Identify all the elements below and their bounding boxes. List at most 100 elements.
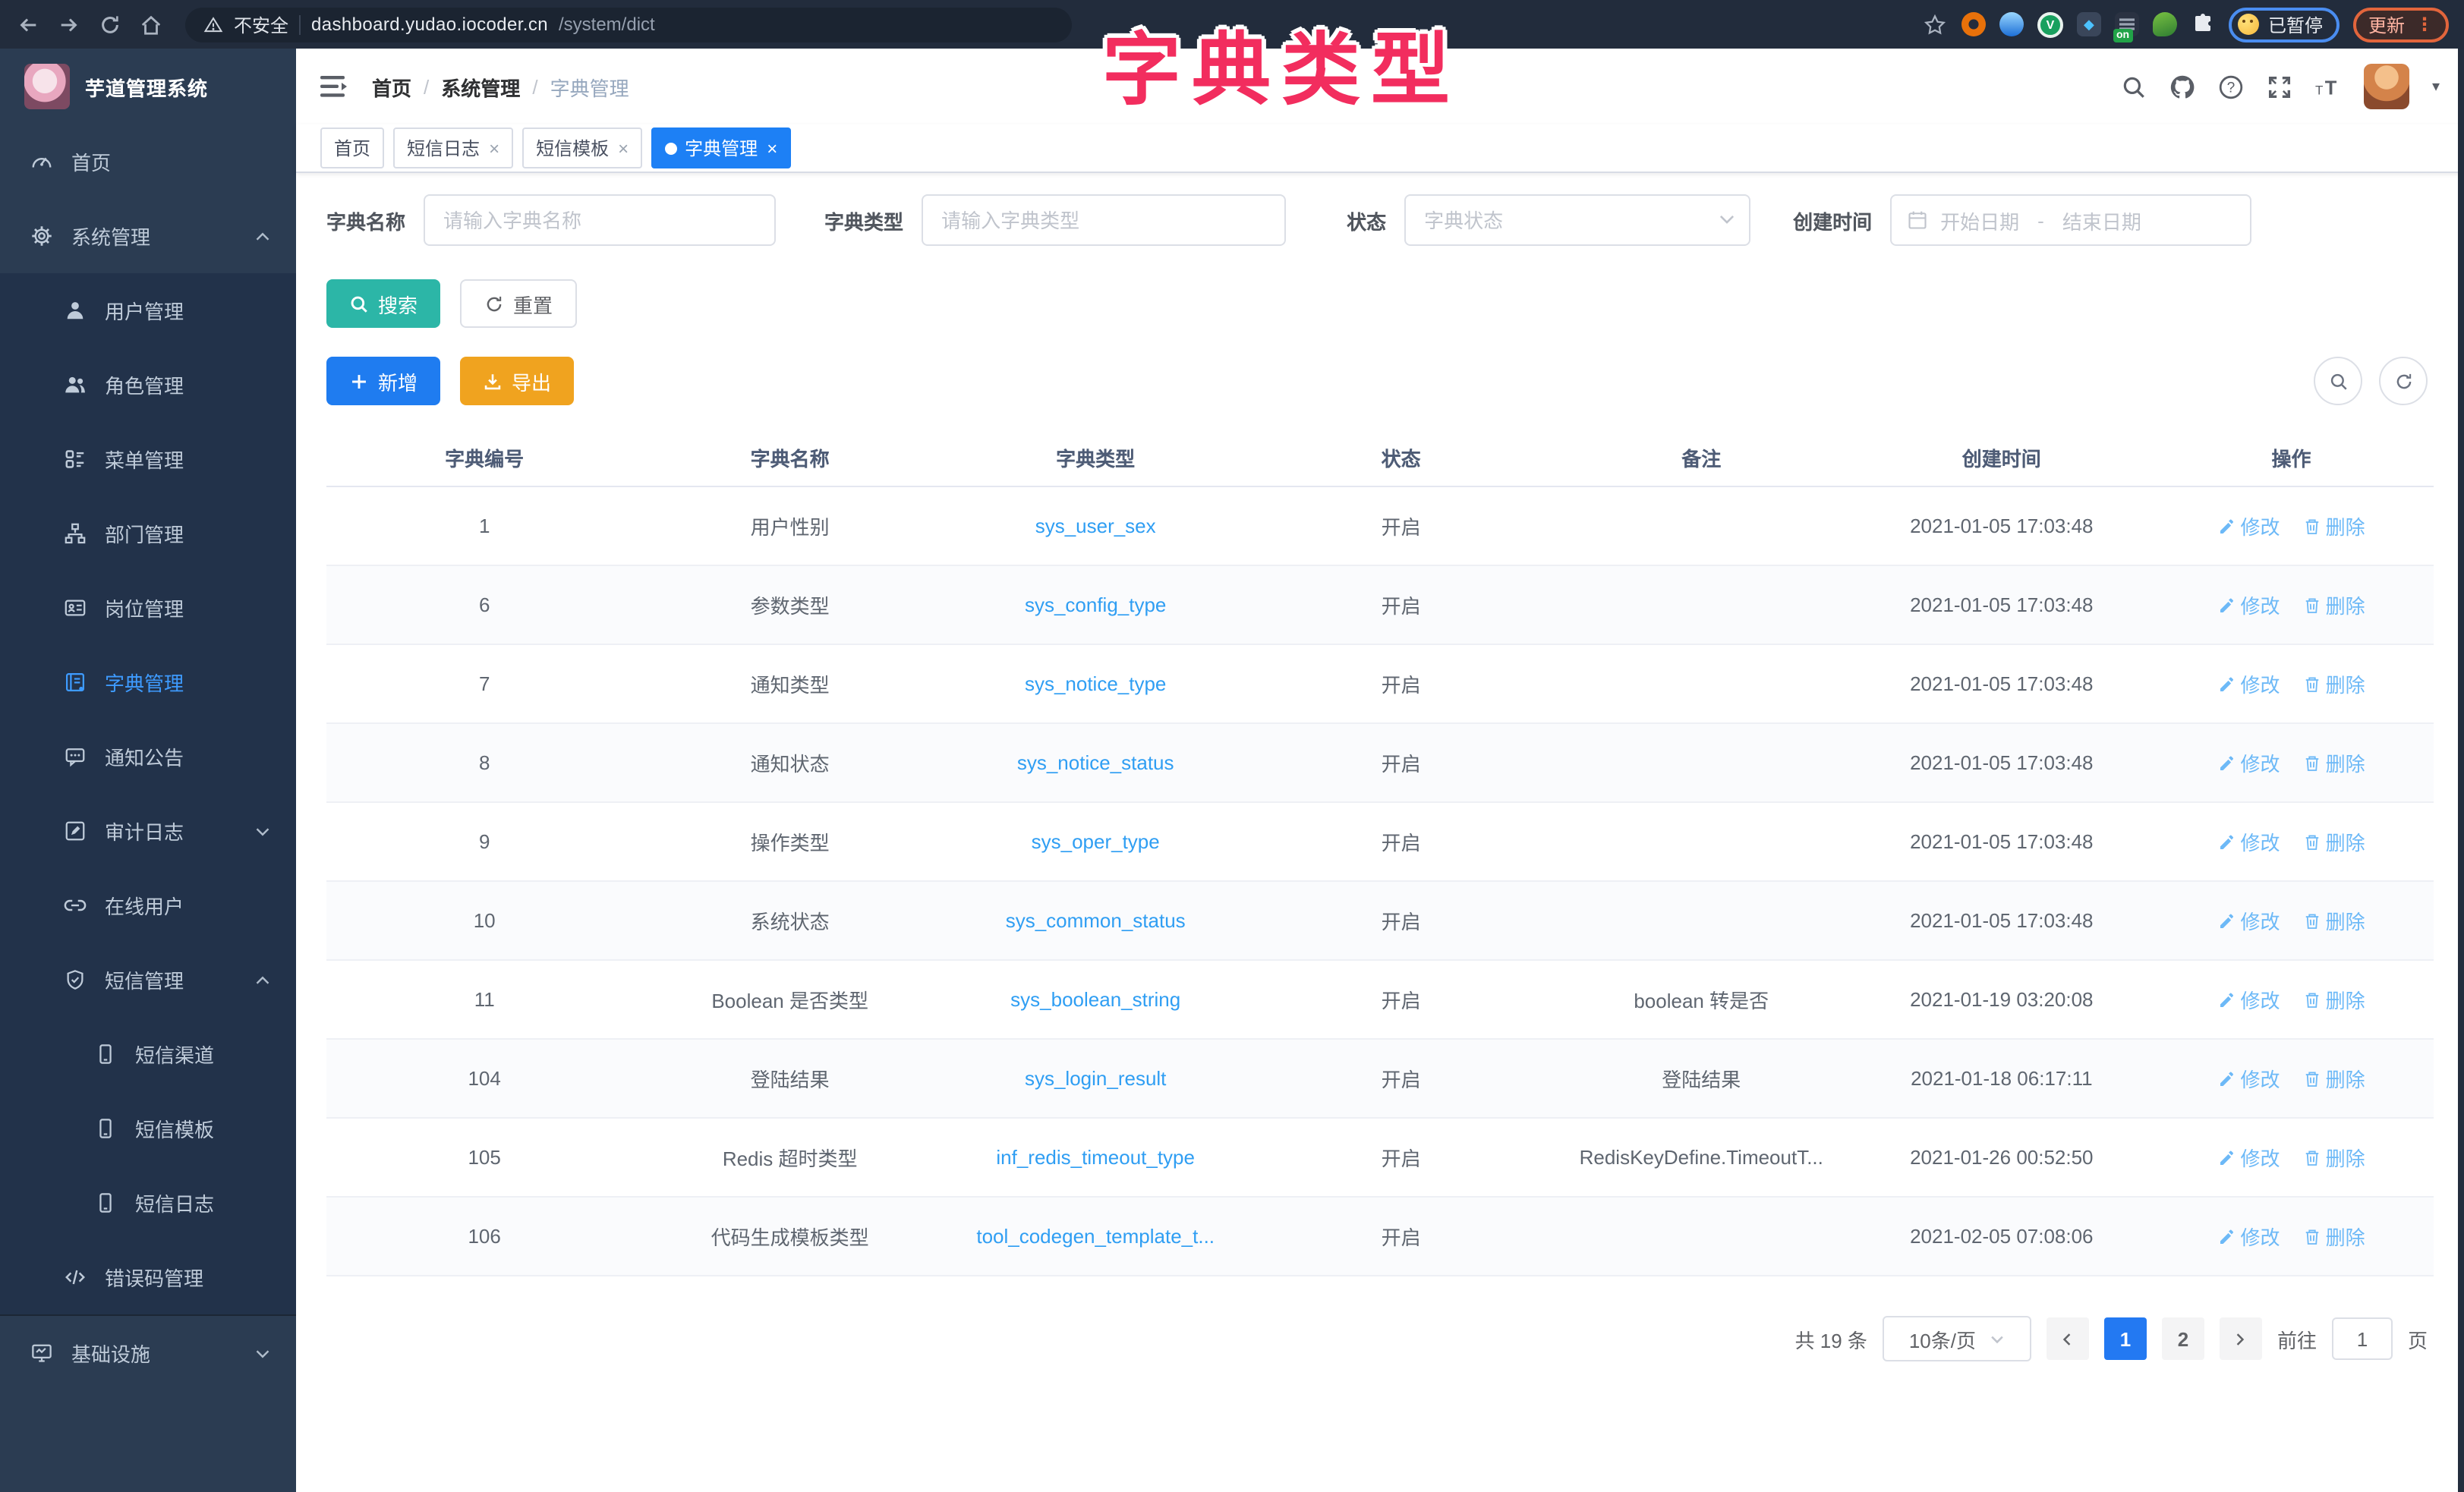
breadcrumb-item[interactable]: 首页 — [372, 72, 411, 101]
extension-icon-green[interactable] — [2153, 12, 2177, 36]
reload-icon[interactable] — [97, 11, 123, 37]
hide-search-button[interactable] — [2314, 357, 2362, 405]
sidebar-item[interactable]: 岗位管理 — [0, 571, 296, 645]
prev-page-button[interactable] — [2047, 1317, 2089, 1360]
delete-link[interactable]: 删除 — [2303, 1143, 2365, 1172]
user-avatar[interactable] — [2364, 64, 2409, 109]
dict-type-link[interactable]: sys_notice_status — [1017, 751, 1174, 774]
sidebar-item[interactable]: 基础设施 — [0, 1314, 296, 1390]
tab-item[interactable]: 短信模板× — [522, 127, 642, 168]
sidebar-item[interactable]: 短信模板 — [0, 1091, 296, 1166]
forward-icon[interactable] — [56, 11, 82, 37]
font-size-icon[interactable]: TT — [2315, 74, 2341, 99]
chevron-down-icon[interactable]: ▾ — [2432, 78, 2440, 95]
extension-icon-puzzle[interactable] — [2191, 12, 2215, 36]
status-select[interactable] — [1404, 194, 1750, 246]
home-icon[interactable] — [138, 11, 164, 37]
sidebar-item[interactable]: 在线用户 — [0, 868, 296, 943]
search-icon[interactable] — [2121, 74, 2147, 99]
close-tab-icon[interactable]: × — [616, 139, 629, 157]
hamburger-icon[interactable] — [320, 74, 348, 99]
back-icon[interactable] — [15, 11, 41, 37]
delete-link[interactable]: 删除 — [2303, 1222, 2365, 1251]
dict-type-input[interactable] — [922, 194, 1286, 246]
dict-type-link[interactable]: sys_boolean_string — [1010, 988, 1180, 1011]
edit-link[interactable]: 修改 — [2218, 827, 2280, 856]
fullscreen-icon[interactable] — [2267, 74, 2292, 99]
extension-icon-green-v[interactable]: V — [2037, 11, 2063, 37]
extension-icon-orange[interactable] — [1961, 12, 1986, 36]
sidebar-item[interactable]: 审计日志 — [0, 794, 296, 868]
page-number-button[interactable]: 1 — [2104, 1317, 2147, 1360]
sidebar-item[interactable]: 部门管理 — [0, 496, 296, 571]
date-range-picker[interactable]: 开始日期 - 结束日期 — [1890, 194, 2251, 246]
tab-item[interactable]: 短信日志× — [393, 127, 513, 168]
next-page-button[interactable] — [2220, 1317, 2262, 1360]
delete-link[interactable]: 删除 — [2303, 669, 2365, 698]
url-host[interactable]: dashboard.yudao.iocoder.cn — [311, 14, 548, 35]
github-icon[interactable] — [2169, 74, 2195, 99]
sidebar-item[interactable]: 角色管理 — [0, 348, 296, 422]
bookmark-star-icon[interactable] — [1922, 11, 1948, 37]
dict-type-link[interactable]: sys_common_status — [1006, 909, 1186, 932]
scrollbar[interactable] — [2458, 49, 2464, 1492]
extension-icon-grid[interactable]: ◆ — [2077, 12, 2101, 36]
edit-link[interactable]: 修改 — [2218, 906, 2280, 935]
page-number-button[interactable]: 2 — [2162, 1317, 2204, 1360]
breadcrumb-item[interactable]: 系统管理 — [441, 72, 520, 101]
refresh-button[interactable] — [2379, 357, 2428, 405]
tab-active[interactable]: 字典管理× — [651, 127, 791, 168]
dict-type-link[interactable]: tool_codegen_template_t... — [976, 1225, 1215, 1248]
status-select-value[interactable] — [1404, 194, 1750, 246]
sidebar-item[interactable]: 系统管理 — [0, 199, 296, 273]
sidebar-item[interactable]: 通知公告 — [0, 719, 296, 794]
sidebar-item[interactable]: 短信渠道 — [0, 1017, 296, 1091]
dict-name-input[interactable] — [424, 194, 776, 246]
page-size-select[interactable]: 10条/页 — [1883, 1316, 2031, 1361]
paused-badge[interactable]: 已暂停 — [2229, 7, 2340, 42]
dict-type-link[interactable]: sys_config_type — [1025, 593, 1166, 616]
help-icon[interactable]: ? — [2218, 74, 2244, 99]
edit-link[interactable]: 修改 — [2218, 590, 2280, 619]
sidebar-item[interactable]: 错误码管理 — [0, 1240, 296, 1314]
delete-link[interactable]: 删除 — [2303, 1064, 2365, 1093]
search-button[interactable]: 搜索 — [326, 279, 440, 328]
delete-link[interactable]: 删除 — [2303, 985, 2365, 1014]
extension-icon-blue[interactable] — [1999, 12, 2024, 36]
delete-link[interactable]: 删除 — [2303, 748, 2365, 777]
sidebar-item[interactable]: 短信管理 — [0, 943, 296, 1017]
sidebar-item[interactable]: 首页 — [0, 124, 296, 199]
extension-icon-vpn[interactable]: on — [2115, 12, 2139, 36]
update-button[interactable]: 更新 ⋮ — [2353, 7, 2449, 42]
sidebar-item[interactable]: 字典管理 — [0, 645, 296, 719]
tab-item[interactable]: 首页 — [320, 127, 384, 168]
delete-link[interactable]: 删除 — [2303, 906, 2365, 935]
logo-row[interactable]: 芋道管理系统 — [0, 49, 296, 124]
delete-link[interactable]: 删除 — [2303, 511, 2365, 540]
dict-type-link[interactable]: sys_oper_type — [1032, 830, 1160, 853]
edit-link[interactable]: 修改 — [2218, 511, 2280, 540]
edit-link[interactable]: 修改 — [2218, 1064, 2280, 1093]
dict-type-link[interactable]: sys_login_result — [1025, 1067, 1166, 1090]
browser-menu-icon[interactable]: ⋮ — [2415, 14, 2434, 35]
reset-button[interactable]: 重置 — [460, 279, 577, 328]
dict-type-link[interactable]: inf_redis_timeout_type — [996, 1146, 1195, 1169]
sidebar-item[interactable]: 用户管理 — [0, 273, 296, 348]
sidebar-item[interactable]: 短信日志 — [0, 1166, 296, 1240]
edit-link[interactable]: 修改 — [2218, 748, 2280, 777]
sidebar-item[interactable]: 菜单管理 — [0, 422, 296, 496]
edit-link[interactable]: 修改 — [2218, 1222, 2280, 1251]
delete-link[interactable]: 删除 — [2303, 827, 2365, 856]
dict-type-link[interactable]: sys_notice_type — [1025, 672, 1166, 695]
edit-link[interactable]: 修改 — [2218, 1143, 2280, 1172]
goto-page-input[interactable] — [2332, 1317, 2393, 1360]
delete-link[interactable]: 删除 — [2303, 590, 2365, 619]
edit-link[interactable]: 修改 — [2218, 669, 2280, 698]
close-tab-icon[interactable]: × — [487, 139, 499, 157]
add-button[interactable]: 新增 — [326, 357, 440, 405]
close-tab-icon[interactable]: × — [765, 139, 777, 157]
url-path[interactable]: /system/dict — [559, 14, 655, 35]
edit-link[interactable]: 修改 — [2218, 985, 2280, 1014]
address-bar[interactable]: 不安全 dashboard.yudao.iocoder.cn/system/di… — [185, 7, 1072, 42]
export-button[interactable]: 导出 — [460, 357, 574, 405]
